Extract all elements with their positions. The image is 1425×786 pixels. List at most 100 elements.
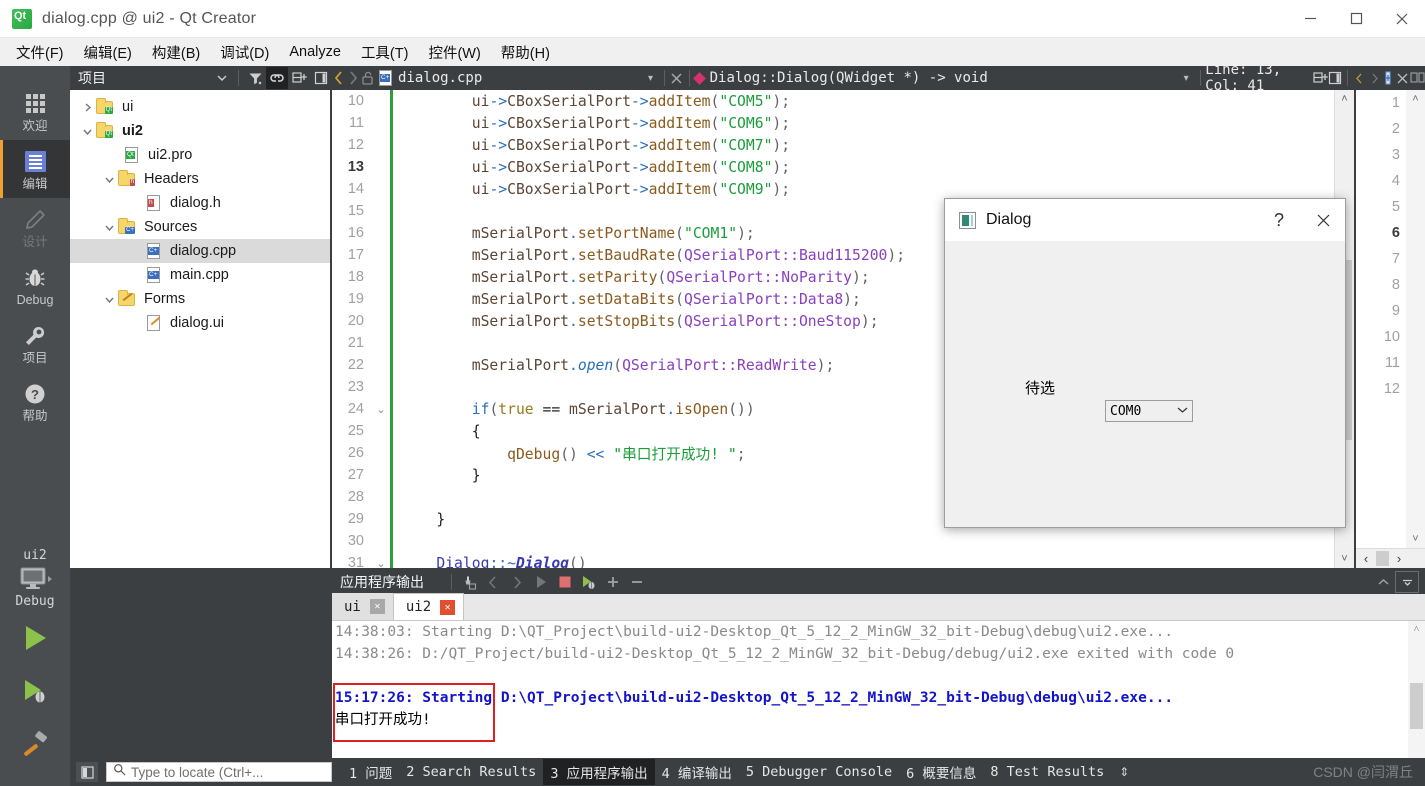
output-text-area[interactable]: 14:38:03: Starting D:\QT_Project\build-u… [332, 621, 1425, 758]
serial-port-combobox[interactable]: COM0 [1105, 400, 1193, 422]
scroll-up-icon[interactable]: ˄ [1408, 621, 1425, 637]
menu-file[interactable]: 文件(F) [6, 39, 74, 66]
expand-all-icon[interactable] [288, 67, 310, 89]
menu-debug[interactable]: 调试(D) [210, 39, 279, 66]
tree-item-dialog-h[interactable]: h dialog.h [70, 191, 332, 215]
tree-item-ui[interactable]: Qt ui [70, 95, 332, 119]
scroll-up-icon[interactable]: ˄ [1406, 90, 1425, 108]
dialog-window[interactable]: Dialog ? 待选 COM0 [944, 198, 1346, 528]
pane-button-debugger-console[interactable]: 5 Debugger Console [739, 761, 899, 783]
fold-toggle-icon[interactable]: ⌄ [372, 557, 390, 569]
tree-item-ui2-pro[interactable]: Qt ui2.pro [70, 143, 332, 167]
nav-next-icon[interactable] [1367, 67, 1381, 89]
link-sync-icon[interactable] [266, 67, 288, 89]
code-line[interactable]: 11 ui->CBoxSerialPort->addItem("COM6"); [332, 112, 1354, 134]
scroll-down-icon[interactable]: ˅ [1406, 530, 1425, 548]
code-line[interactable]: 14 ui->CBoxSerialPort->addItem("COM9"); [332, 178, 1354, 200]
output-tab-ui[interactable]: ui ✕ [332, 593, 394, 620]
split-code-line[interactable]: 2 [1356, 116, 1406, 142]
zoom-in-icon[interactable] [601, 571, 625, 593]
clear-output-icon[interactable] [457, 571, 481, 593]
split-editor-horizontal-scrollbar[interactable]: ‹ › [1356, 548, 1425, 568]
updown-spinner-icon[interactable]: ⇕ [1119, 765, 1129, 779]
mode-help[interactable]: ? 帮助 [0, 372, 70, 430]
code-line[interactable]: 31 ⌄ Dialog::~Dialog() [332, 552, 1354, 568]
symbol-selector[interactable]: Dialog::Dialog(QWidget *) -> void ▾ [692, 70, 1195, 86]
pane-button-application-output[interactable]: 3 应用程序输出 [543, 759, 655, 785]
pane-button-test-results[interactable]: 8 Test Results [983, 761, 1111, 783]
close-tab-icon[interactable]: ✕ [440, 599, 456, 615]
scroll-up-icon[interactable]: ˄ [1335, 90, 1354, 108]
split-code-line[interactable]: 10 [1356, 324, 1406, 350]
chevron-down-icon[interactable] [100, 175, 118, 184]
tree-item-ui2[interactable]: Qt ui2 [70, 119, 332, 143]
chevron-down-icon[interactable] [211, 67, 233, 89]
split-editor-scrollbar[interactable]: ˄ ˅ [1406, 90, 1425, 548]
zoom-out-icon[interactable] [625, 571, 649, 593]
scrollbar-thumb[interactable] [1410, 683, 1423, 729]
chevron-down-icon[interactable] [100, 295, 118, 304]
run-triangle-icon[interactable] [20, 623, 50, 658]
fold-toggle-icon[interactable]: ⌄ [372, 403, 390, 416]
project-tree[interactable]: Qt ui Qt ui2 Qt ui2.pro h Headers h dial… [70, 90, 332, 568]
tree-item-headers[interactable]: h Headers [70, 167, 332, 191]
chevron-down-icon[interactable]: ▾ [648, 73, 659, 84]
prev-item-icon[interactable] [481, 571, 505, 593]
menu-widgets[interactable]: 控件(W) [418, 39, 490, 66]
kit-selector[interactable]: ui2 Debug [0, 548, 70, 786]
help-button[interactable]: ? [1257, 199, 1301, 241]
close-tab-icon[interactable]: ✕ [369, 599, 385, 614]
close-button[interactable] [1379, 0, 1425, 38]
collapse-sidebar-icon[interactable] [310, 67, 332, 89]
unlocked-icon[interactable] [361, 67, 375, 89]
dialog-close-button[interactable] [1301, 199, 1345, 241]
code-line[interactable]: 30 [332, 530, 1354, 552]
split-code-line[interactable]: 4 [1356, 168, 1406, 194]
chevron-down-icon[interactable] [100, 223, 118, 232]
scroll-down-icon[interactable]: ˅ [1335, 550, 1354, 568]
mode-edit[interactable]: 编辑 [0, 140, 70, 198]
code-editor-split[interactable]: 1 2 3 4 5 6 7 8 9 10 11 12 [1356, 90, 1406, 548]
toggle-sidebar-icon[interactable] [76, 762, 98, 782]
mode-welcome[interactable]: 欢迎 [0, 82, 70, 140]
chevron-down-icon[interactable] [78, 127, 96, 136]
output-scrollbar[interactable]: ˄ [1408, 621, 1425, 758]
scroll-right-icon[interactable]: › [1389, 551, 1409, 566]
pane-button-issues[interactable]: 1 问题 [342, 759, 399, 785]
close-split-icon[interactable] [1396, 67, 1410, 89]
run-debug-icon[interactable] [20, 676, 50, 711]
chevron-right-icon[interactable] [346, 67, 360, 89]
mode-projects[interactable]: 项目 [0, 314, 70, 372]
chevron-right-icon[interactable] [78, 102, 96, 112]
remove-split-icon[interactable] [1328, 67, 1342, 89]
tree-item-forms[interactable]: Forms [70, 287, 332, 311]
code-line[interactable]: 12 ui->CBoxSerialPort->addItem("COM7"); [332, 134, 1354, 156]
tree-item-dialog-cpp[interactable]: C+ dialog.cpp [70, 239, 332, 263]
split-code-line[interactable]: 9 [1356, 298, 1406, 324]
tree-item-dialog-ui[interactable]: dialog.ui [70, 311, 332, 335]
minimize-panel-icon[interactable] [1395, 571, 1419, 593]
locator-input[interactable]: Type to locate (Ctrl+... [106, 762, 332, 782]
pane-button-search-results[interactable]: 2 Search Results [399, 761, 543, 783]
split-editor-icon[interactable] [1313, 67, 1328, 89]
split-editor-secondary-icon[interactable] [1410, 67, 1425, 89]
maximize-button[interactable] [1333, 0, 1379, 38]
nav-prev-icon[interactable] [1353, 67, 1367, 89]
run-icon[interactable] [529, 571, 553, 593]
filter-icon[interactable] [244, 67, 266, 89]
split-code-line[interactable]: 1 [1356, 90, 1406, 116]
chevron-left-icon[interactable] [332, 67, 346, 89]
split-code-line[interactable]: 6 [1356, 220, 1406, 246]
split-code-line[interactable]: 11 [1356, 350, 1406, 376]
open-file-chip[interactable]: C+ dialog.cpp ▾ [378, 70, 659, 86]
menu-build[interactable]: 构建(B) [142, 39, 210, 66]
chevron-down-icon[interactable]: ▾ [1184, 73, 1195, 84]
attach-debugger-icon[interactable] [577, 571, 601, 593]
split-pane-icon[interactable] [1381, 67, 1395, 89]
tree-item-sources[interactable]: C+ Sources [70, 215, 332, 239]
code-line[interactable]: 13 ui->CBoxSerialPort->addItem("COM8"); [332, 156, 1354, 178]
pane-button-compile-output[interactable]: 4 编译输出 [655, 759, 739, 785]
split-code-line[interactable]: 8 [1356, 272, 1406, 298]
split-code-line[interactable]: 12 [1356, 376, 1406, 402]
split-code-line[interactable]: 7 [1356, 246, 1406, 272]
